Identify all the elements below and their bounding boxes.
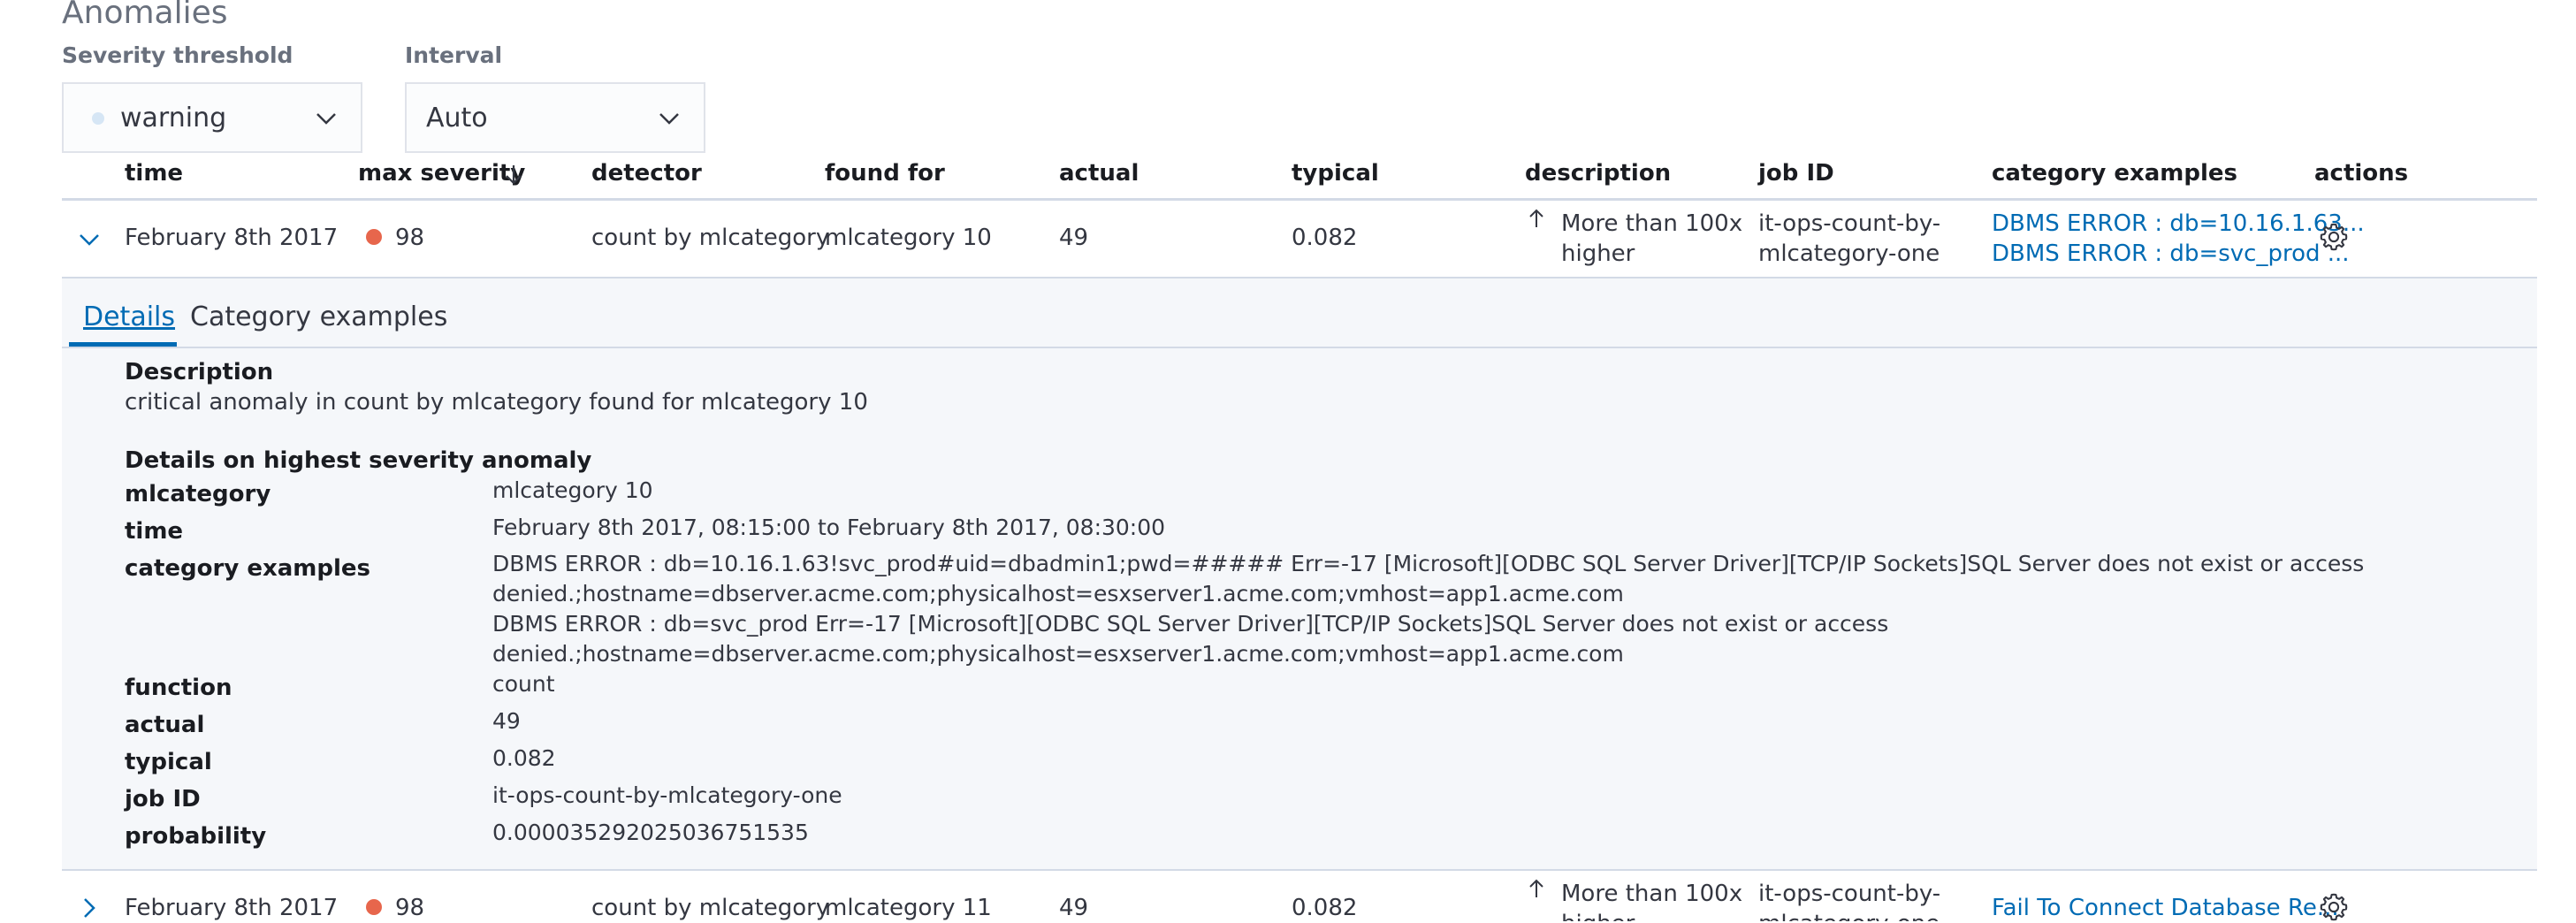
col-header-job-id[interactable]: job ID xyxy=(1758,160,1834,187)
field-value-actual: 49 xyxy=(492,708,521,734)
row-time: February 8th 2017 xyxy=(125,225,339,251)
description-heading: Description xyxy=(125,359,274,385)
interval-select[interactable]: Auto xyxy=(405,82,705,153)
col-header-category-examples: category examples xyxy=(1992,160,2237,187)
description-text: critical anomaly in count by mlcategory … xyxy=(125,389,868,416)
field-label-actual: actual xyxy=(125,712,205,738)
row-found-for: mlcategory 11 xyxy=(825,895,992,921)
field-label-function: function xyxy=(125,675,232,701)
row-detector: count by mlcategory xyxy=(591,895,830,921)
arrow-down-icon xyxy=(506,165,522,185)
severity-dot xyxy=(366,229,382,245)
row-divider xyxy=(62,869,2537,871)
row-description: More than 100x higher xyxy=(1561,209,1742,269)
interval-label: Interval xyxy=(405,42,503,68)
row-typical: 0.082 xyxy=(1292,895,1358,921)
row-detector: count by mlcategory xyxy=(591,225,830,251)
section-title: Anomalies xyxy=(62,0,228,31)
col-header-max-severity[interactable]: max severity xyxy=(358,160,525,187)
col-header-time[interactable]: time xyxy=(125,160,183,187)
field-label-category-examples: category examples xyxy=(125,555,370,582)
col-header-detector[interactable]: detector xyxy=(591,160,702,187)
example-line: DBMS ERROR : db=svc_prod Err=-17 [Micros… xyxy=(492,611,1889,637)
row-job-id-line: mlcategory-one xyxy=(1758,240,1940,267)
col-header-max-severity-label: max severity xyxy=(358,160,526,187)
chevron-down-icon xyxy=(316,113,336,125)
row-description-line: More than 100x xyxy=(1561,210,1743,237)
row-severity: 98 xyxy=(395,225,425,251)
col-header-typical[interactable]: typical xyxy=(1292,160,1379,187)
row-found-for: mlcategory 10 xyxy=(825,225,992,251)
highest-severity-heading: Details on highest severity anomaly xyxy=(125,447,592,474)
row-typical: 0.082 xyxy=(1292,225,1358,251)
row-job-id-line: mlcategory-one xyxy=(1758,909,1940,921)
col-header-found-for[interactable]: found for xyxy=(825,160,945,187)
chevron-down-icon[interactable] xyxy=(76,226,103,253)
tab-category-examples[interactable]: Category examples xyxy=(190,301,447,332)
field-value-typical: 0.082 xyxy=(492,745,556,771)
example-line: denied.;hostname=dbserver.acme.com;physi… xyxy=(492,641,1624,667)
row-description-line: More than 100x xyxy=(1561,881,1743,907)
field-label-job-id: job ID xyxy=(125,786,201,812)
col-header-actions: actions xyxy=(2314,160,2409,187)
tabs-divider xyxy=(62,347,2537,348)
category-example-link[interactable]: DBMS ERROR : db=svc_prod ... xyxy=(1992,239,2365,269)
row-job-id: it-ops-count-by- mlcategory-one xyxy=(1758,879,1940,921)
severity-threshold-label: Severity threshold xyxy=(62,42,293,68)
row-actual: 49 xyxy=(1059,225,1089,251)
field-value-function: count xyxy=(492,671,555,697)
row-category-examples: DBMS ERROR : db=10.16.1.63... DBMS ERROR… xyxy=(1992,209,2365,269)
severity-threshold-select[interactable]: warning xyxy=(62,82,362,153)
row-description-line: higher xyxy=(1561,909,1742,921)
field-value-job-id: it-ops-count-by-mlcategory-one xyxy=(492,782,842,808)
row-job-id-line: it-ops-count-by- xyxy=(1758,210,1941,237)
arrow-up-icon xyxy=(1529,209,1543,227)
example-line: DBMS ERROR : db=10.16.1.63!svc_prod#uid=… xyxy=(492,551,2365,576)
gear-icon[interactable] xyxy=(2318,891,2350,923)
field-value-mlcategory: mlcategory 10 xyxy=(492,477,653,503)
row-time: February 8th 2017 xyxy=(125,895,339,921)
chevron-right-icon[interactable] xyxy=(76,895,103,921)
field-value-probability: 0.000035292025036751535 xyxy=(492,820,809,845)
example-line: denied.;hostname=dbserver.acme.com;physi… xyxy=(492,581,1624,606)
col-header-description[interactable]: description xyxy=(1525,160,1671,187)
field-value-category-examples: DBMS ERROR : db=10.16.1.63!svc_prod#uid=… xyxy=(492,549,2364,669)
field-label-probability: probability xyxy=(125,823,267,850)
row-description: More than 100x higher xyxy=(1561,879,1742,921)
row-actual: 49 xyxy=(1059,895,1089,921)
row-job-id: it-ops-count-by- mlcategory-one xyxy=(1758,209,1940,269)
chevron-down-icon xyxy=(659,113,679,125)
field-value-time: February 8th 2017, 08:15:00 to February … xyxy=(492,515,1166,540)
col-header-actual[interactable]: actual xyxy=(1059,160,1139,187)
row-job-id-line: it-ops-count-by- xyxy=(1758,881,1941,907)
interval-value: Auto xyxy=(426,103,488,133)
gear-icon[interactable] xyxy=(2318,221,2350,253)
tab-details[interactable]: Details xyxy=(83,301,175,332)
row-description-line: higher xyxy=(1561,240,1635,267)
category-example-link[interactable]: Fail To Connect Database Re... xyxy=(1992,895,2339,921)
category-example-link[interactable]: DBMS ERROR : db=10.16.1.63... xyxy=(1992,209,2365,239)
field-label-time: time xyxy=(125,518,184,545)
field-label-mlcategory: mlcategory xyxy=(125,481,271,507)
arrow-up-icon xyxy=(1529,879,1543,897)
severity-indicator-dot xyxy=(92,112,104,125)
field-label-typical: typical xyxy=(125,749,212,775)
header-divider xyxy=(62,198,2537,201)
row-severity: 98 xyxy=(395,895,425,921)
severity-dot xyxy=(366,899,382,915)
severity-threshold-value: warning xyxy=(120,103,227,133)
